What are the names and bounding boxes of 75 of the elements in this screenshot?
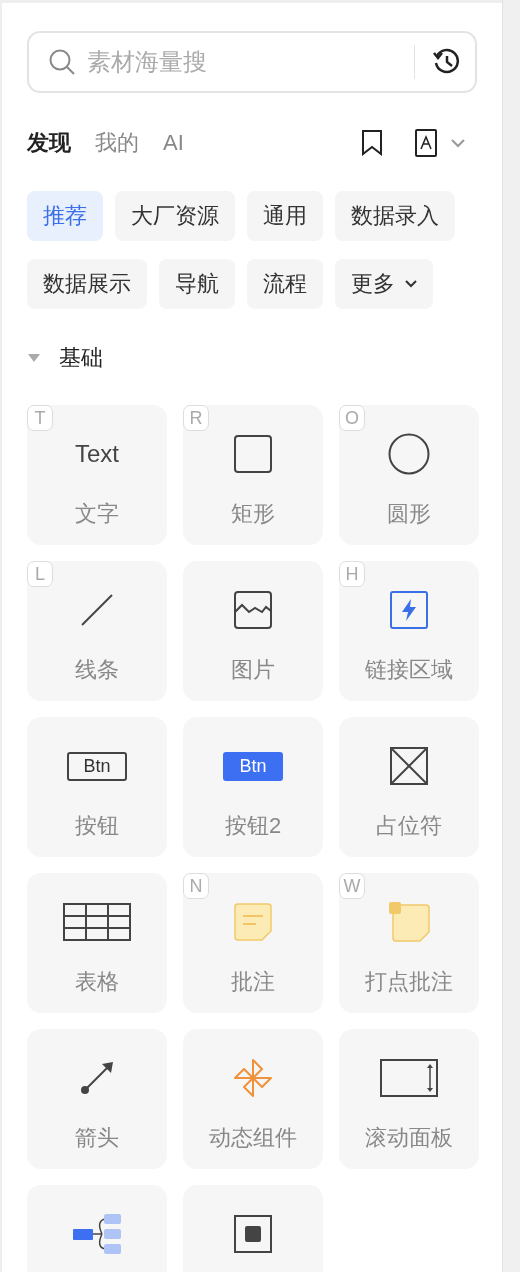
component-card[interactable]: Btn 按钮: [27, 717, 167, 857]
component-card[interactable]: 箭头: [27, 1029, 167, 1169]
component-label: 批注: [231, 968, 275, 996]
component-card[interactable]: O 圆形: [339, 405, 479, 545]
component-card[interactable]: W 打点批注: [339, 873, 479, 1013]
component-card[interactable]: 表格: [27, 873, 167, 1013]
placeholder-icon: [390, 747, 428, 785]
caret-icon: [405, 280, 417, 288]
document-icon[interactable]: [415, 129, 437, 157]
tab[interactable]: AI: [163, 130, 184, 156]
pinwheel-icon: [233, 1058, 273, 1098]
component-label: 按钮2: [224, 812, 282, 840]
search-field[interactable]: 素材海量搜: [85, 47, 396, 77]
component-label: 链接区域: [365, 656, 453, 684]
scrollbar[interactable]: [502, 0, 520, 1272]
category-chip[interactable]: 更多: [335, 259, 433, 309]
category-chip[interactable]: 流程: [247, 259, 323, 309]
shortcut-key: H: [339, 561, 365, 587]
category-chip[interactable]: 通用: [247, 191, 323, 241]
category-chip[interactable]: 数据展示: [27, 259, 147, 309]
component-label: 圆形: [387, 500, 431, 528]
component-label: 打点批注: [365, 968, 453, 996]
component-label: 滚动面板: [365, 1124, 453, 1152]
rectangle-icon: [234, 435, 272, 473]
scroll-panel-icon: [380, 1059, 438, 1097]
component-card[interactable]: 滚动面板: [339, 1029, 479, 1169]
component-label: 图片: [231, 656, 275, 684]
category-chip[interactable]: 导航: [159, 259, 235, 309]
search-field[interactable]: 素材海量搜: [27, 31, 477, 93]
caret-icon[interactable]: [451, 138, 465, 148]
image-icon: [234, 591, 272, 629]
circle-icon: [388, 433, 430, 475]
component-label: 线条: [75, 656, 119, 684]
shortcut-key: N: [183, 873, 209, 899]
arrow-icon: [80, 1061, 114, 1095]
component-card[interactable]: L 线条: [27, 561, 167, 701]
shortcut-key: L: [27, 561, 53, 587]
lightning-icon: [390, 591, 428, 629]
category-chip[interactable]: 数据录入: [335, 191, 455, 241]
category-chip[interactable]: 推荐: [27, 191, 103, 241]
tab[interactable]: 发现: [27, 128, 71, 158]
dot-note-icon: [388, 901, 430, 943]
bookmark-icon[interactable]: [361, 130, 383, 156]
frame-icon: [234, 1215, 272, 1253]
component-card[interactable]: 占位符: [339, 717, 479, 857]
component-card[interactable]: H 链接区域: [339, 561, 479, 701]
component-label: 按钮: [75, 812, 119, 840]
section-title: 基础: [59, 344, 103, 372]
component-card[interactable]: N 批注: [183, 873, 323, 1013]
component-card[interactable]: T Text 文字: [27, 405, 167, 545]
note-icon: [234, 903, 272, 941]
component-card[interactable]: 图片: [183, 561, 323, 701]
table-icon: [63, 903, 131, 941]
component-label: 表格: [75, 968, 119, 996]
category-chip[interactable]: 大厂资源: [115, 191, 235, 241]
history-icon[interactable]: [433, 48, 461, 76]
tab[interactable]: 我的: [95, 128, 139, 158]
component-label: 文字: [75, 500, 119, 528]
mind-map-icon: [72, 1213, 122, 1255]
component-label: 占位符: [376, 812, 442, 840]
component-label: 矩形: [231, 500, 275, 528]
component-card[interactable]: R 矩形: [183, 405, 323, 545]
button-preview: Btn: [223, 751, 283, 781]
button-preview: Btn: [67, 751, 127, 781]
shortcut-key: R: [183, 405, 209, 431]
component-label: 箭头: [75, 1124, 119, 1152]
search-icon: [49, 49, 75, 75]
shortcut-key: W: [339, 873, 365, 899]
component-card[interactable]: Btn 按钮2: [183, 717, 323, 857]
component-label: 动态组件: [209, 1124, 297, 1152]
text-sample: Text: [75, 440, 119, 468]
shortcut-key: O: [339, 405, 365, 431]
line-icon: [81, 594, 113, 626]
component-card[interactable]: 动态组件: [183, 1029, 323, 1169]
shortcut-key: T: [27, 405, 53, 431]
